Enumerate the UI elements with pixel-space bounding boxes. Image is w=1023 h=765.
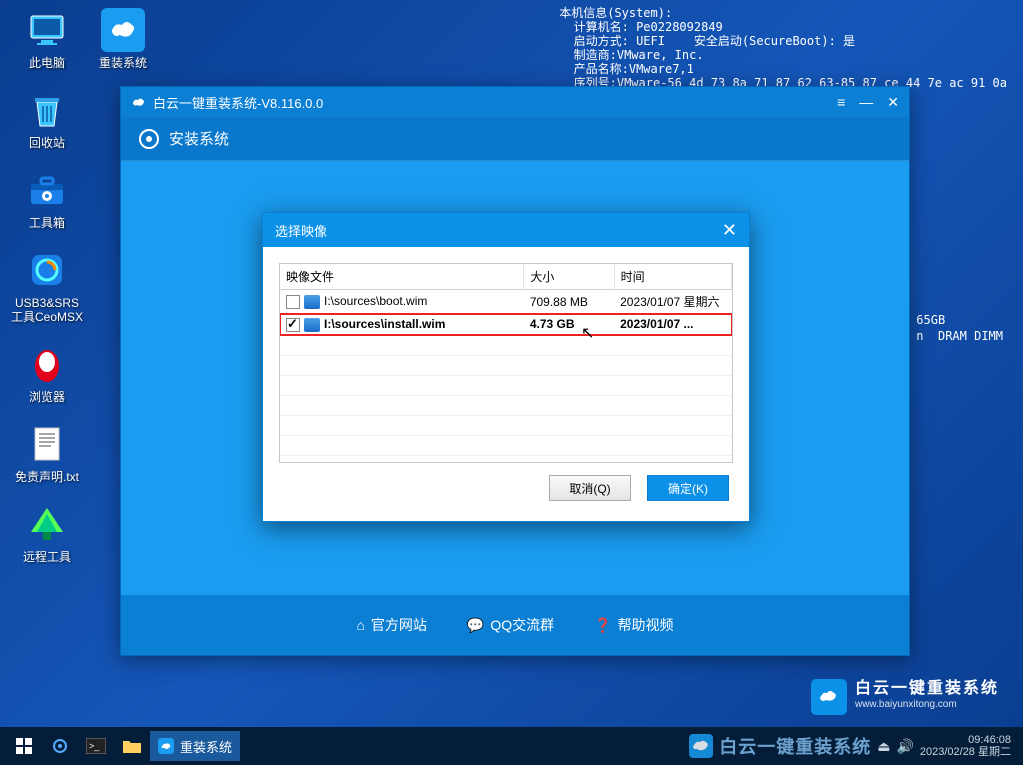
- desktop-icon-browser[interactable]: 浏览器: [12, 342, 82, 404]
- system-info-text: 本机信息(System): 计算机名: Pe0228092849 启动方式: U…: [559, 6, 1007, 90]
- app-titlebar[interactable]: 白云一键重装系统-V8.116.0.0 ≡ — ✕: [121, 87, 909, 117]
- footer-link-help[interactable]: ❓帮助视频: [594, 615, 673, 635]
- app-tabbar: 安装系统: [121, 117, 909, 161]
- dialog-titlebar[interactable]: 选择映像 ✕: [263, 213, 749, 247]
- taskbar-folder-icon[interactable]: [114, 731, 150, 761]
- desktop-icon-recycle-bin[interactable]: 回收站: [12, 88, 82, 150]
- desktop-icon-disclaimer[interactable]: 免责声明.txt: [12, 422, 82, 484]
- brand-name: 白云一键重装系统: [855, 681, 999, 697]
- start-button[interactable]: [6, 731, 42, 761]
- col-size[interactable]: 大小: [524, 264, 614, 290]
- footer-link-qq[interactable]: 💬QQ交流群: [467, 615, 554, 635]
- home-icon: ⌂: [356, 617, 364, 633]
- desktop-icon-this-pc[interactable]: 此电脑: [12, 8, 82, 70]
- tab-install[interactable]: 安装系统: [169, 128, 229, 149]
- desktop-icon-remote[interactable]: 远程工具: [12, 502, 82, 564]
- desktop-icon-label: 浏览器: [29, 390, 65, 404]
- table-row[interactable]: I:\sources\boot.wim 709.88 MB 2023/01/07…: [280, 290, 732, 314]
- image-table[interactable]: 映像文件 大小 时间 I:\sources\boot.wim 709.88 MB…: [280, 264, 732, 456]
- cancel-button[interactable]: 取消(Q): [549, 475, 631, 501]
- taskbar[interactable]: >_ 重装系统 白云一键重装系统 ⏏ 🔊 09:46:08 2023/02/28…: [0, 727, 1023, 765]
- tray-icon[interactable]: ⏏: [877, 738, 890, 755]
- tray-volume-icon[interactable]: 🔊: [896, 738, 913, 755]
- app-footer: ⌂官方网站 💬QQ交流群 ❓帮助视频: [121, 595, 909, 655]
- desktop-icon-label: 回收站: [29, 136, 65, 150]
- desktop-icon-label: 此电脑: [29, 56, 65, 70]
- ok-button[interactable]: 确定(K): [647, 475, 729, 501]
- taskbar-clock[interactable]: 09:46:08 2023/02/28 星期二: [920, 734, 1017, 758]
- file-icon: [304, 318, 320, 332]
- help-icon: ❓: [594, 617, 611, 634]
- desktop-icon-toolbox[interactable]: 工具箱: [12, 168, 82, 230]
- dialog-title: 选择映像: [275, 221, 327, 240]
- close-button[interactable]: ✕: [887, 94, 899, 111]
- brand-logo: 白云一键重装系统 www.baiyunxitong.com: [811, 679, 999, 715]
- chat-icon: 💬: [467, 617, 484, 634]
- table-row[interactable]: I:\sources\install.wim 4.73 GB 2023/01/0…: [280, 314, 732, 336]
- footer-link-site[interactable]: ⌂官方网站: [356, 615, 426, 635]
- bird-icon: [131, 94, 147, 110]
- desktop-icon-usb-tool[interactable]: USB3&SRS 工具CeoMSX: [12, 248, 82, 324]
- svg-text:>_: >_: [89, 741, 100, 751]
- taskbar-hw-icon[interactable]: [42, 731, 78, 761]
- col-time[interactable]: 时间: [614, 264, 731, 290]
- dialog-close-button[interactable]: ✕: [722, 220, 737, 241]
- desktop-icon-label: 免责声明.txt: [15, 470, 79, 484]
- desktop-icon-label: 工具箱: [29, 216, 65, 230]
- row-checkbox[interactable]: [286, 318, 300, 332]
- col-file[interactable]: 映像文件: [280, 264, 524, 290]
- desktop-icon-label: USB3&SRS 工具CeoMSX: [11, 296, 83, 324]
- select-image-dialog: 选择映像 ✕ 映像文件 大小 时间 I:\sources\boot.wim 70…: [262, 212, 750, 522]
- file-icon: [304, 295, 320, 309]
- desktop-icon-reinstall[interactable]: 重装系统: [88, 8, 158, 70]
- desktop-icon-label: 远程工具: [23, 550, 71, 564]
- row-checkbox[interactable]: [286, 295, 300, 309]
- minimize-button[interactable]: —: [859, 94, 873, 110]
- menu-button[interactable]: ≡: [837, 94, 845, 110]
- desktop-icon-label: 重装系统: [99, 56, 147, 70]
- app-title: 白云一键重装系统-V8.116.0.0: [153, 93, 323, 112]
- hardware-snippet: 65GB n DRAM DIMM: [916, 312, 1003, 344]
- ring-icon: [139, 129, 159, 149]
- taskbar-terminal-icon[interactable]: >_: [78, 731, 114, 761]
- brand-url: www.baiyunxitong.com: [855, 697, 999, 713]
- taskbar-brand: 白云一键重装系统: [689, 733, 871, 759]
- taskbar-app-reinstall[interactable]: 重装系统: [150, 731, 240, 761]
